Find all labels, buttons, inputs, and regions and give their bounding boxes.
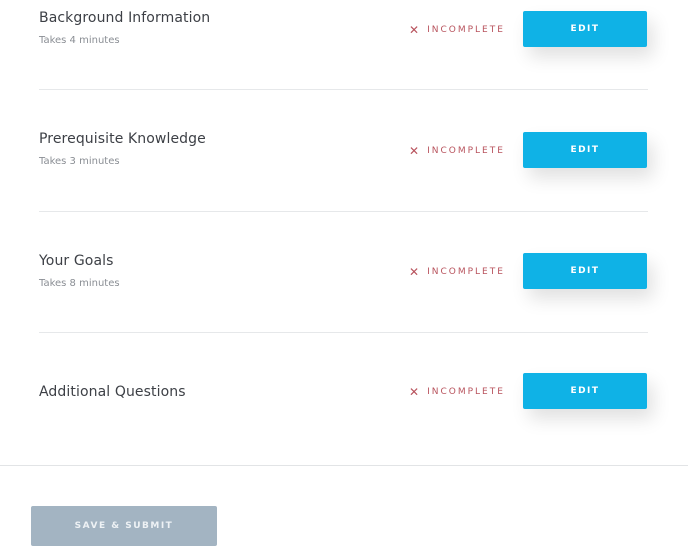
close-x-icon: ✕ — [409, 23, 420, 37]
section-title: Your Goals — [39, 253, 114, 269]
edit-button[interactable]: EDIT — [523, 11, 647, 47]
section-duration: Takes 8 minutes — [39, 278, 120, 289]
section-title: Additional Questions — [39, 384, 186, 400]
divider — [39, 89, 648, 90]
edit-button[interactable]: EDIT — [523, 253, 647, 289]
status-badge: ✕ INCOMPLETE — [409, 144, 505, 158]
status-label: INCOMPLETE — [427, 25, 505, 35]
divider — [39, 332, 648, 333]
section-title: Prerequisite Knowledge — [39, 131, 206, 147]
section-duration: Takes 3 minutes — [39, 156, 120, 167]
status-badge: ✕ INCOMPLETE — [409, 385, 505, 399]
status-label: INCOMPLETE — [427, 146, 505, 156]
close-x-icon: ✕ — [409, 265, 420, 279]
status-badge: ✕ INCOMPLETE — [409, 265, 505, 279]
status-label: INCOMPLETE — [427, 387, 505, 397]
section-duration: Takes 4 minutes — [39, 35, 120, 46]
edit-button[interactable]: EDIT — [523, 373, 647, 409]
edit-button[interactable]: EDIT — [523, 132, 647, 168]
save-submit-button[interactable]: SAVE & SUBMIT — [31, 506, 217, 546]
footer-divider — [0, 465, 688, 466]
close-x-icon: ✕ — [409, 144, 420, 158]
section-title: Background Information — [39, 10, 211, 26]
divider — [39, 211, 648, 212]
status-label: INCOMPLETE — [427, 267, 505, 277]
close-x-icon: ✕ — [409, 385, 420, 399]
status-badge: ✕ INCOMPLETE — [409, 23, 505, 37]
